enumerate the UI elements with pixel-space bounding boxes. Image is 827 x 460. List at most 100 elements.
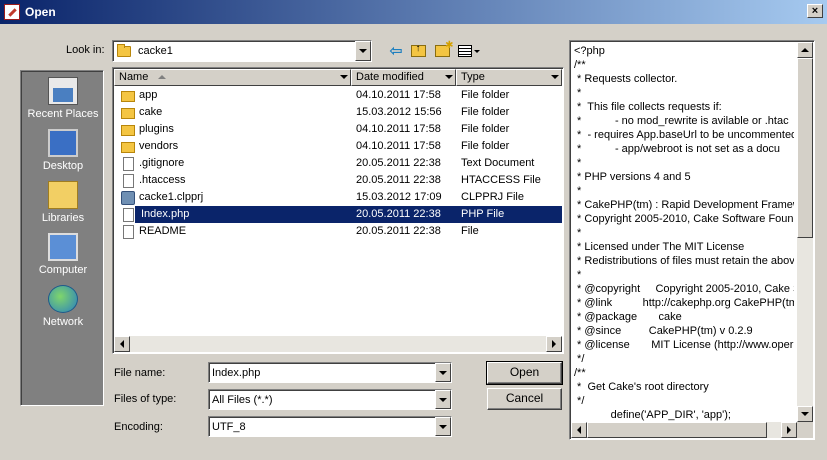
column-header-name[interactable]: Name xyxy=(114,69,351,86)
scroll-right-button[interactable] xyxy=(546,336,562,352)
up-folder-icon: ↑ xyxy=(410,44,426,57)
chevron-down-icon xyxy=(439,397,447,402)
table-row[interactable]: .htaccess 20.05.2011 22:38 HTACCESS File xyxy=(114,172,562,189)
scroll-track[interactable] xyxy=(767,422,781,438)
file-name-input[interactable]: Index.php xyxy=(208,362,452,383)
file-preview-pane[interactable]: <?php /** * Requests collector. * * This … xyxy=(569,40,815,440)
arrow-left-icon xyxy=(577,426,581,434)
look-in-combo[interactable]: cacke1 xyxy=(112,40,372,62)
table-row[interactable]: .gitignore 20.05.2011 22:38 Text Document xyxy=(114,155,562,172)
folder-icon xyxy=(121,91,135,102)
column-headers: Name Date modified Type xyxy=(114,69,562,86)
file-type-cell: File folder xyxy=(461,123,510,135)
scroll-left-button[interactable] xyxy=(114,336,130,352)
scroll-left-button[interactable] xyxy=(571,422,587,438)
file-name-text: README xyxy=(139,225,187,237)
table-row[interactable]: app 04.10.2011 17:58 File folder xyxy=(114,87,562,104)
chevron-down-icon xyxy=(340,75,348,79)
scroll-up-button[interactable] xyxy=(797,42,813,58)
place-recent-places[interactable]: Recent Places xyxy=(21,77,105,120)
file-type-cell: File folder xyxy=(461,140,510,152)
scroll-thumb[interactable] xyxy=(797,58,813,238)
file-name-text: .htaccess xyxy=(139,174,186,186)
encoding-select[interactable]: UTF_8 xyxy=(208,416,452,437)
scroll-track[interactable] xyxy=(130,336,546,352)
preview-line: * xyxy=(574,269,582,281)
preview-text: <?php /** * Requests collector. * * This … xyxy=(574,44,794,422)
preview-line: define('APP_DIR', 'app'); xyxy=(574,409,731,421)
preview-line: * xyxy=(574,227,582,239)
file-name-cell: Index.php xyxy=(121,206,351,223)
table-row[interactable]: plugins 04.10.2011 17:58 File folder xyxy=(114,121,562,138)
scroll-thumb[interactable] xyxy=(587,422,767,438)
table-row[interactable]: cacke1.clpprj 15.03.2012 17:09 CLPPRJ File xyxy=(114,189,562,206)
file-date-cell: 20.05.2011 22:38 xyxy=(356,225,441,237)
arrow-down-icon xyxy=(801,412,809,416)
files-of-type-dropdown-button[interactable] xyxy=(435,390,451,409)
close-button[interactable]: × xyxy=(807,4,823,18)
table-row[interactable]: README 20.05.2011 22:38 File xyxy=(114,223,562,240)
chevron-down-icon xyxy=(551,75,559,79)
file-name-dropdown-button[interactable] xyxy=(435,363,451,382)
place-computer[interactable]: Computer xyxy=(21,233,105,276)
horizontal-scrollbar[interactable] xyxy=(114,336,562,352)
view-menu-button[interactable] xyxy=(456,42,482,60)
file-list[interactable]: Name Date modified Type app 04.10.2011 17… xyxy=(112,67,564,354)
preview-line: * Copyright 2005-2010, Cake Software Fou… xyxy=(574,213,794,225)
table-row[interactable]: cake 15.03.2012 15:56 File folder xyxy=(114,104,562,121)
file-type-cell: CLPPRJ File xyxy=(461,191,524,203)
preview-vertical-scrollbar[interactable] xyxy=(797,42,813,422)
preview-line: * CakePHP(tm) : Rapid Development Framew… xyxy=(574,199,794,211)
file-name-cell: vendors xyxy=(121,138,351,155)
encoding-dropdown-button[interactable] xyxy=(435,417,451,436)
up-folder-button[interactable]: ↑ xyxy=(408,42,428,60)
file-name-text: Index.php xyxy=(139,206,192,223)
place-libraries[interactable]: Libraries xyxy=(21,181,105,224)
file-name-text: app xyxy=(139,89,158,101)
app-icon xyxy=(4,4,20,20)
file-icon xyxy=(123,173,134,188)
file-name-text: .gitignore xyxy=(139,157,185,169)
look-in-dropdown-button[interactable] xyxy=(355,41,371,61)
new-folder-icon: ✱ xyxy=(434,40,454,57)
scroll-down-button[interactable] xyxy=(797,406,813,422)
place-label: Computer xyxy=(38,264,88,276)
file-date-cell: 15.03.2012 17:09 xyxy=(356,191,442,203)
file-type-cell: Text Document xyxy=(461,157,535,169)
preview-horizontal-scrollbar[interactable] xyxy=(571,422,797,438)
file-type-cell: HTACCESS File xyxy=(461,174,541,186)
preview-line: * @license MIT License (http://www.oper xyxy=(574,339,794,351)
open-button[interactable]: Open xyxy=(486,361,563,385)
scroll-right-button[interactable] xyxy=(781,422,797,438)
preview-line: * @link http://cakephp.org CakePHP(tm) xyxy=(574,297,794,309)
new-folder-button[interactable]: ✱ xyxy=(432,40,454,60)
table-row[interactable]: Index.php 20.05.2011 22:38 PHP File xyxy=(114,206,562,223)
table-row[interactable]: vendors 04.10.2011 17:58 File folder xyxy=(114,138,562,155)
preview-line: * xyxy=(574,157,582,169)
file-type-cell: PHP File xyxy=(461,208,505,220)
chevron-down-icon xyxy=(439,370,447,375)
cancel-button[interactable]: Cancel xyxy=(487,388,562,410)
preview-line: * @since CakePHP(tm) v 0.2.9 xyxy=(574,325,753,337)
arrow-right-icon xyxy=(787,426,791,434)
file-name-label: File name: xyxy=(114,367,166,379)
preview-line: * Requests collector. xyxy=(574,73,678,85)
scroll-corner xyxy=(797,422,813,438)
preview-line: * xyxy=(574,185,582,197)
file-name-text: cake xyxy=(139,106,163,118)
column-header-type[interactable]: Type xyxy=(456,69,562,86)
place-desktop[interactable]: Desktop xyxy=(21,129,105,172)
column-header-date[interactable]: Date modified xyxy=(351,69,456,86)
place-network[interactable]: Network xyxy=(21,285,105,328)
place-label: Libraries xyxy=(41,212,85,224)
recent-places-icon xyxy=(48,77,78,105)
place-label: Recent Places xyxy=(27,108,99,120)
file-date-cell: 20.05.2011 22:38 xyxy=(356,157,441,169)
place-label: Desktop xyxy=(42,160,84,172)
chevron-down-icon xyxy=(359,49,367,53)
file-date-cell: 04.10.2011 17:58 xyxy=(356,140,441,152)
preview-line: * Redistributions of files must retain t… xyxy=(574,255,794,267)
files-of-type-select[interactable]: All Files (*.*) xyxy=(208,389,452,410)
file-name-value[interactable]: Index.php xyxy=(209,367,435,379)
back-button[interactable]: ⇦ xyxy=(386,42,406,60)
